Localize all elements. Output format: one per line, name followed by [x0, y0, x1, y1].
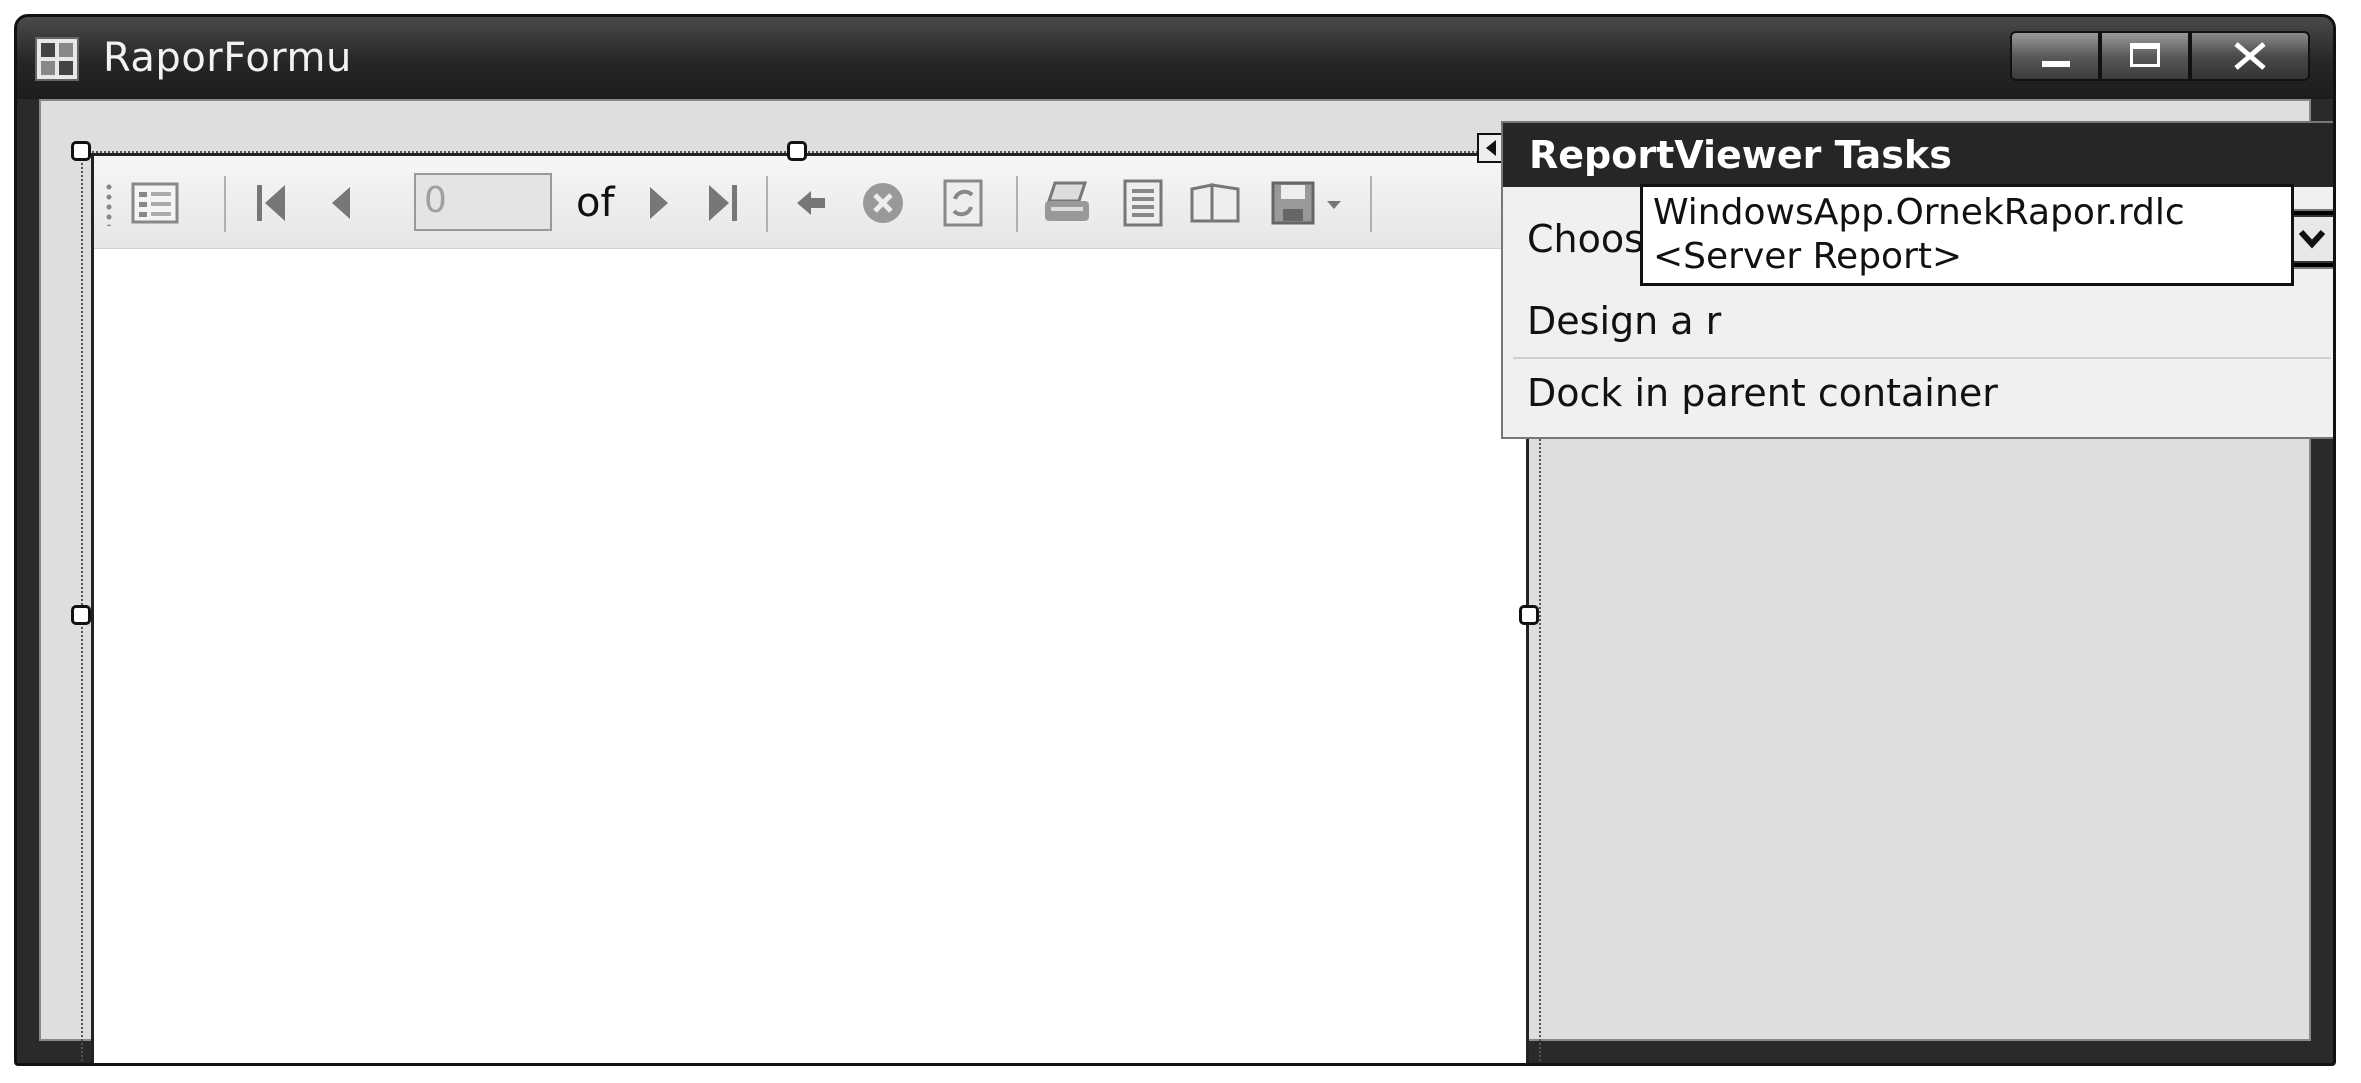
print-button[interactable]	[1040, 176, 1094, 230]
window-title: RaporFormu	[103, 35, 352, 81]
maximize-icon	[2130, 43, 2160, 67]
export-button[interactable]	[1266, 176, 1352, 230]
print-layout-icon	[1123, 179, 1163, 227]
combobox-dropdown-button[interactable]	[2289, 215, 2333, 263]
resize-handle-top-left[interactable]	[71, 141, 91, 161]
form-icon[interactable]	[35, 37, 79, 81]
refresh-icon	[943, 179, 983, 227]
back-icon	[797, 191, 825, 215]
previous-page-icon	[332, 187, 350, 219]
next-page-button[interactable]	[632, 176, 686, 230]
dropdown-option-server-report[interactable]: <Server Report>	[1653, 235, 1962, 279]
resize-handle-bottom-right[interactable]	[1519, 1063, 1539, 1066]
document-map-icon	[131, 182, 179, 224]
resize-handle-bottom-left[interactable]	[71, 1063, 91, 1066]
first-page-button[interactable]	[244, 176, 298, 230]
back-button[interactable]	[784, 176, 838, 230]
tasks-divider	[1513, 357, 2331, 359]
report-viewer[interactable]: 0 of	[91, 153, 1554, 1063]
page-of-label: of	[576, 180, 615, 226]
choose-report-dropdown-list: WindowsApp.OrnekRapor.rdlc <Server Repor…	[1640, 184, 2294, 286]
document-map-button[interactable]	[128, 176, 182, 230]
last-page-icon	[709, 185, 737, 221]
resize-handle-left[interactable]	[71, 605, 91, 625]
print-layout-button[interactable]	[1116, 176, 1170, 230]
resize-handle-right[interactable]	[1519, 605, 1539, 625]
close-button[interactable]	[2190, 31, 2310, 81]
toolbar-grip[interactable]	[106, 182, 112, 226]
page-number-input[interactable]: 0	[414, 173, 552, 231]
title-bar[interactable]: RaporFormu	[17, 17, 2333, 99]
stop-button[interactable]	[856, 176, 910, 230]
print-icon	[1045, 181, 1089, 221]
maximize-button[interactable]	[2100, 31, 2190, 81]
page-setup-button[interactable]	[1188, 176, 1242, 230]
dropdown-option-ornekrapor[interactable]: WindowsApp.OrnekRapor.rdlc	[1653, 191, 2185, 235]
dock-in-parent-link[interactable]: Dock in parent container	[1527, 369, 1998, 417]
refresh-button[interactable]	[936, 176, 990, 230]
chevron-down-icon	[2298, 229, 2326, 249]
resize-handle-bottom[interactable]	[787, 1063, 807, 1066]
tasks-panel-header: ReportViewer Tasks	[1503, 123, 2333, 187]
first-page-icon	[257, 185, 285, 221]
stop-icon	[863, 183, 903, 223]
report-toolbar: 0 of	[94, 156, 1554, 249]
export-icon	[1271, 181, 1341, 225]
previous-page-button[interactable]	[314, 176, 368, 230]
next-page-icon	[650, 187, 668, 219]
minimize-button[interactable]	[2010, 31, 2100, 81]
window: RaporFormu 0 of ReportViewer Tasks Choos…	[14, 14, 2336, 1066]
last-page-button[interactable]	[696, 176, 750, 230]
minimize-icon	[2042, 61, 2070, 67]
resize-handle-top[interactable]	[787, 141, 807, 161]
design-report-link[interactable]: Design a r	[1527, 297, 1721, 345]
page-setup-icon	[1190, 183, 1240, 223]
close-icon	[2234, 42, 2266, 70]
